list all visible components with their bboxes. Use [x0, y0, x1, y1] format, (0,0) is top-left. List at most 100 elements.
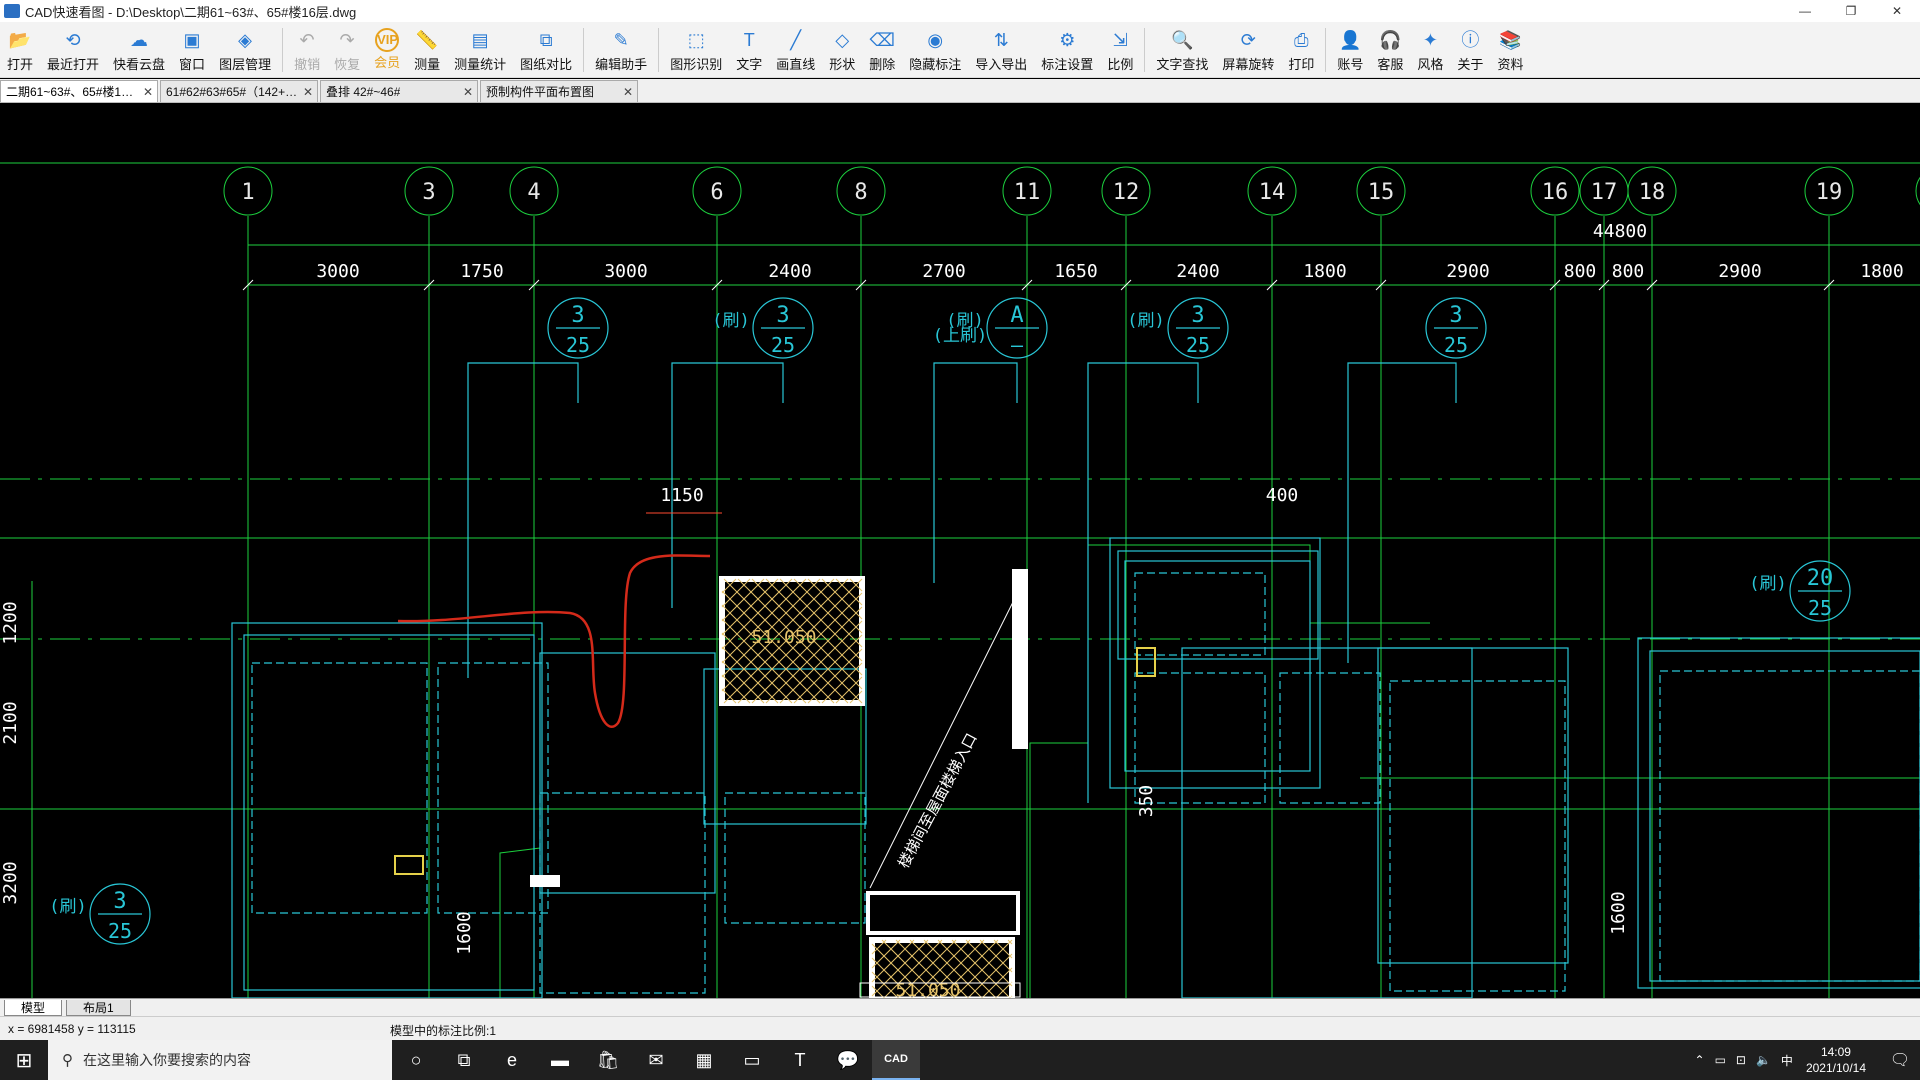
toolbar-button-import-export[interactable]: ⇅ 导入导出 — [968, 22, 1034, 78]
fixture-symbol — [394, 855, 424, 875]
toolbar-button-compare[interactable]: ⧉ 图纸对比 — [513, 22, 579, 78]
toolbar-button-folder-open[interactable]: 📂 打开 — [0, 22, 40, 78]
text-icon: T — [743, 30, 755, 50]
close-icon[interactable]: ✕ — [143, 85, 153, 99]
toolbar-button-history[interactable]: ⟲ 最近打开 — [40, 22, 106, 78]
detail-sheet: – — [1011, 333, 1024, 357]
toolbar-button-ruler[interactable]: 📏 测量 — [407, 22, 447, 78]
drawing-canvas[interactable]: 1 3 4 6 8 11 12 14 15 16 17 18 19 44800 3000 1750 3000 24… — [0, 103, 1920, 998]
annotation-settings-icon: ⚙ — [1059, 30, 1076, 50]
clock[interactable]: 14:09 2021/10/14 — [1806, 1044, 1866, 1076]
terminal-icon[interactable]: ▭ — [728, 1040, 776, 1080]
toolbar-label: 文字 — [736, 57, 763, 72]
toolbar-button-account[interactable]: 👤 账号 — [1330, 22, 1370, 78]
wall-outline — [243, 634, 535, 991]
toolbar-label: 关于 — [1457, 57, 1484, 72]
wall-outline — [1377, 647, 1569, 964]
toolbar-button-undo[interactable]: ↶ 撤销 — [287, 22, 327, 78]
toolbar-button-measure-stats[interactable]: ▤ 测量统计 — [447, 22, 513, 78]
toolbar-button-line[interactable]: ╱ 画直线 — [769, 22, 822, 78]
toolbar-button-shape[interactable]: ◇ 形状 — [822, 22, 862, 78]
undo-icon: ↶ — [299, 30, 315, 50]
edge-icon[interactable]: e — [488, 1040, 536, 1080]
volume-icon[interactable]: 🔈 — [1756, 1053, 1771, 1067]
line-icon: ╱ — [790, 30, 802, 50]
cortana-icon[interactable]: ○ — [392, 1040, 440, 1080]
toolbar-button-rotate-screen[interactable]: ⟳ 屏幕旋转 — [1215, 22, 1281, 78]
toolbar-button-annotation-settings[interactable]: ⚙ 标注设置 — [1034, 22, 1100, 78]
close-icon[interactable]: ✕ — [623, 85, 633, 99]
doc-tab-label: 61#62#63#65#（142+1… — [166, 85, 298, 99]
network-icon[interactable]: ⊡ — [1736, 1053, 1746, 1067]
chevron-up-icon[interactable]: ⌃ — [1695, 1053, 1705, 1067]
toolbar-button-cloud[interactable]: ☁ 快看云盘 — [106, 22, 172, 78]
toolbar-button-style[interactable]: ✦ 风格 — [1410, 22, 1450, 78]
toolbar-label: 窗口 — [179, 57, 206, 72]
toolbar-button-headset[interactable]: 🎧 客服 — [1370, 22, 1410, 78]
notification-icon[interactable]: 🗨 — [1880, 1050, 1920, 1070]
toolbar-button-eraser[interactable]: ⌫ 删除 — [862, 22, 902, 78]
printer-icon: ⎙ — [1294, 30, 1309, 50]
file-explorer-icon[interactable]: ▬ — [536, 1040, 584, 1080]
toolbar-button-scale[interactable]: ⇲ 比例 — [1100, 22, 1140, 78]
clock-time: 14:09 — [1820, 1045, 1851, 1059]
toolbar-button-vip[interactable]: VIP 会员 — [367, 22, 407, 78]
mail-icon[interactable]: ✉ — [632, 1040, 680, 1080]
dimension-1600: 1600 — [1608, 891, 1629, 934]
taskbar-search[interactable]: ⚲ 在这里输入你要搜索的内容 — [48, 1040, 392, 1080]
doc-tab[interactable]: 叠排 42#~46# ✕ — [320, 80, 478, 102]
toolbar-label: 导入导出 — [975, 57, 1028, 72]
close-button[interactable]: ✕ — [1874, 0, 1920, 22]
dimension-400: 400 — [1266, 485, 1299, 506]
toolbar-button-printer[interactable]: ⎙ 打印 — [1281, 22, 1321, 78]
toolbar-label: 比例 — [1107, 57, 1134, 72]
toolbar-button-layers[interactable]: ◈ 图层管理 — [212, 22, 278, 78]
window-icon: ▣ — [183, 30, 201, 50]
toolbar-button-edit-assistant[interactable]: ✎ 编辑助手 — [588, 22, 654, 78]
layout-tab[interactable]: 布局1 — [66, 999, 131, 1016]
left-dimension: 1200 — [0, 601, 21, 644]
hatch-line — [721, 578, 751, 608]
wall-solid — [1012, 569, 1028, 749]
shape-recognize-icon: ⬚ — [687, 30, 705, 50]
doc-tab[interactable]: 二期61~63#、65#楼16层 ✕ — [0, 80, 158, 102]
leader-line — [467, 362, 579, 678]
calculator-app-icon[interactable]: ▦ — [680, 1040, 728, 1080]
window-controls: — ❐ ✕ — [1782, 0, 1920, 22]
minimize-button[interactable]: — — [1782, 0, 1828, 22]
toolbar-button-docs[interactable]: 📚 资料 — [1490, 22, 1530, 78]
wechat-icon[interactable]: 💬 — [824, 1040, 872, 1080]
toolbar-button-hide-annotation[interactable]: ◉ 隐藏标注 — [902, 22, 968, 78]
ime-indicator[interactable]: 中 — [1781, 1052, 1793, 1069]
restore-button[interactable]: ❐ — [1828, 0, 1874, 22]
history-icon: ⟲ — [65, 30, 81, 50]
layout-tab[interactable]: 模型 — [4, 999, 63, 1016]
edit-assistant-icon: ✎ — [613, 30, 629, 50]
text-app-icon[interactable]: T — [776, 1040, 824, 1080]
close-icon[interactable]: ✕ — [303, 85, 313, 99]
task-view-icon[interactable]: ⧉ — [440, 1040, 488, 1080]
close-icon[interactable]: ✕ — [463, 85, 473, 99]
toolbar-label: 删除 — [869, 57, 896, 72]
toolbar-button-redo[interactable]: ↷ 恢复 — [327, 22, 367, 78]
toolbar-button-info[interactable]: ⓘ 关于 — [1450, 22, 1490, 78]
doc-tab[interactable]: 预制构件平面布置图 ✕ — [480, 80, 638, 102]
toolbar-label: 文字查找 — [1156, 57, 1209, 72]
toolbar-label: 资料 — [1497, 57, 1524, 72]
wall-outline — [1637, 637, 1920, 989]
toolbar-button-window[interactable]: ▣ 窗口 — [172, 22, 212, 78]
toolbar-label: 撤销 — [294, 57, 321, 72]
toolbar-button-text-search[interactable]: 🔍 文字查找 — [1149, 22, 1215, 78]
cursor-coordinates: x = 6981458 y = 113115 — [8, 1022, 136, 1036]
toolbar-button-text[interactable]: T 文字 — [729, 22, 769, 78]
toolbar-button-shape-recognize[interactable]: ⬚ 图形识别 — [663, 22, 729, 78]
store-icon[interactable]: 🛍 — [584, 1040, 632, 1080]
wall-dashed — [1134, 572, 1266, 656]
doc-tab[interactable]: 61#62#63#65#（142+1… ✕ — [160, 80, 318, 102]
cad-app-icon[interactable]: CAD — [872, 1040, 920, 1080]
start-button[interactable]: ⊞ — [0, 1040, 48, 1080]
cad-drawing[interactable]: 1 3 4 6 8 11 12 14 15 16 17 18 19 44800 3000 1750 3000 24… — [0, 103, 1920, 998]
battery-icon[interactable]: ▭ — [1715, 1053, 1726, 1067]
axis-label: 19 — [1816, 180, 1843, 205]
toolbar-label: 恢复 — [334, 57, 361, 72]
